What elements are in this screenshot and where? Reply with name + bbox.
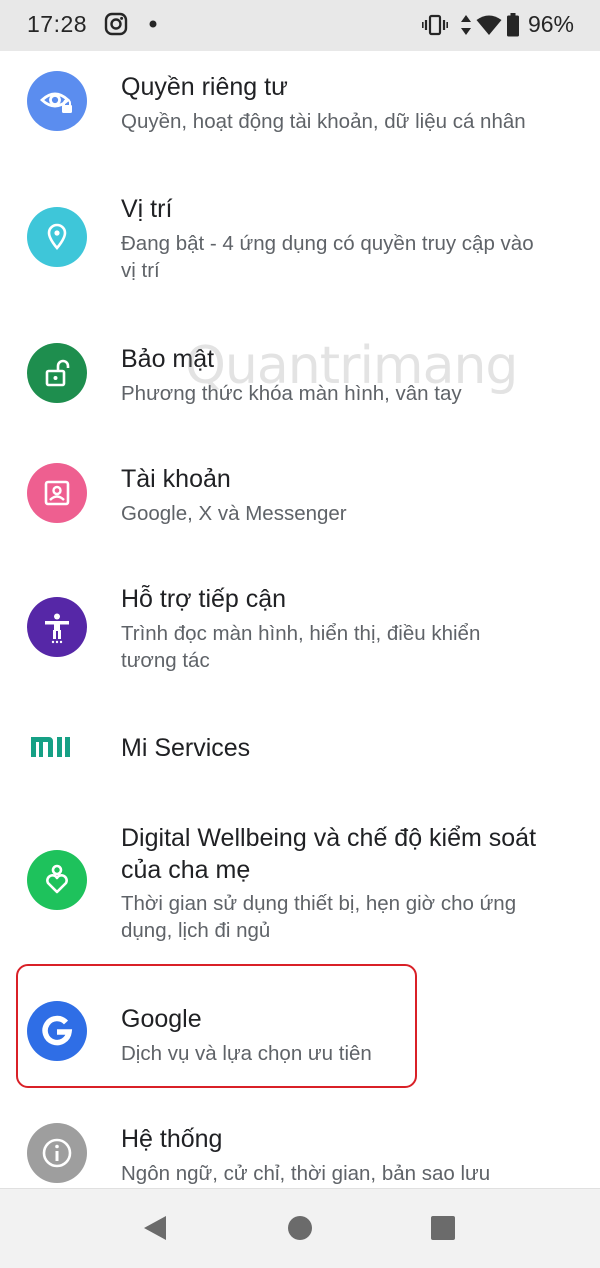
info-icon bbox=[27, 1123, 87, 1183]
settings-item-subtitle: Ngôn ngữ, cử chỉ, thời gian, bản sao lưu bbox=[121, 1162, 491, 1185]
settings-item-mi-services[interactable]: Mi Services bbox=[0, 716, 600, 786]
settings-item-title: Vị trí bbox=[121, 195, 173, 223]
vibrate-icon bbox=[421, 14, 448, 35]
settings-item-title: Digital Wellbeing và chế độ kiểm soát củ… bbox=[121, 824, 537, 884]
battery-icon bbox=[506, 12, 519, 36]
settings-item-title: Hỗ trợ tiếp cận bbox=[121, 585, 287, 613]
account-box-icon bbox=[27, 463, 87, 523]
wellbeing-heart-icon bbox=[27, 850, 87, 910]
instagram-icon bbox=[104, 12, 128, 36]
settings-item-subtitle: Đang bật - 4 ứng dụng có quyền truy cập … bbox=[121, 232, 534, 282]
wifi-icon bbox=[476, 15, 502, 35]
location-pin-icon bbox=[27, 207, 87, 267]
status-notification-icons bbox=[104, 12, 158, 36]
highlight-box bbox=[16, 964, 417, 1088]
settings-item-subtitle: Phương thức khóa màn hình, vân tay bbox=[121, 382, 462, 405]
data-arrows-icon bbox=[460, 14, 471, 35]
settings-item-title: Tài khoản bbox=[121, 465, 231, 493]
home-icon[interactable] bbox=[285, 1213, 315, 1243]
settings-item-location[interactable]: Vị trí Đang bật - 4 ứng dụng có quyền tr… bbox=[0, 181, 600, 301]
recents-icon[interactable] bbox=[428, 1213, 458, 1243]
dot-icon bbox=[149, 20, 157, 28]
mi-logo-icon bbox=[29, 735, 71, 759]
status-system-icons: 96% bbox=[421, 11, 574, 38]
settings-item-title: Bảo mật bbox=[121, 345, 215, 373]
settings-item-subtitle: Thời gian sử dụng thiết bị, hẹn giờ cho … bbox=[121, 892, 517, 942]
settings-item-security[interactable]: Bảo mật Phương thức khóa màn hình, vân t… bbox=[0, 331, 600, 431]
settings-item-accessibility[interactable]: Hỗ trợ tiếp cận Trình đọc màn hình, hiển… bbox=[0, 571, 600, 691]
settings-item-title: Mi Services bbox=[121, 734, 251, 762]
settings-item-subtitle: Quyền, hoạt động tài khoản, dữ liệu cá n… bbox=[121, 110, 526, 133]
settings-item-accounts[interactable]: Tài khoản Google, X và Messenger bbox=[0, 451, 600, 551]
unlock-icon bbox=[27, 343, 87, 403]
accessibility-icon bbox=[27, 597, 87, 657]
settings-item-subtitle: Google, X và Messenger bbox=[121, 502, 347, 525]
status-time: 17:28 bbox=[27, 11, 88, 37]
settings-item-title: Hệ thống bbox=[121, 1125, 223, 1153]
settings-item-subtitle: Trình đọc màn hình, hiển thị, điều khiển… bbox=[121, 622, 481, 672]
status-bar: 17:28 96% bbox=[0, 0, 600, 51]
settings-item-privacy[interactable]: Quyền riêng tư Quyền, hoạt động tài khoả… bbox=[0, 51, 600, 171]
battery-percent: 96% bbox=[527, 11, 574, 37]
back-icon[interactable] bbox=[140, 1213, 170, 1243]
settings-item-system[interactable]: Hệ thống Ngôn ngữ, cử chỉ, thời gian, bả… bbox=[0, 1113, 600, 1193]
privacy-eye-icon bbox=[27, 71, 87, 131]
navigation-bar bbox=[0, 1188, 600, 1268]
settings-item-title: Quyền riêng tư bbox=[121, 73, 288, 101]
settings-item-digital-wellbeing[interactable]: Digital Wellbeing và chế độ kiểm soát củ… bbox=[0, 816, 600, 976]
